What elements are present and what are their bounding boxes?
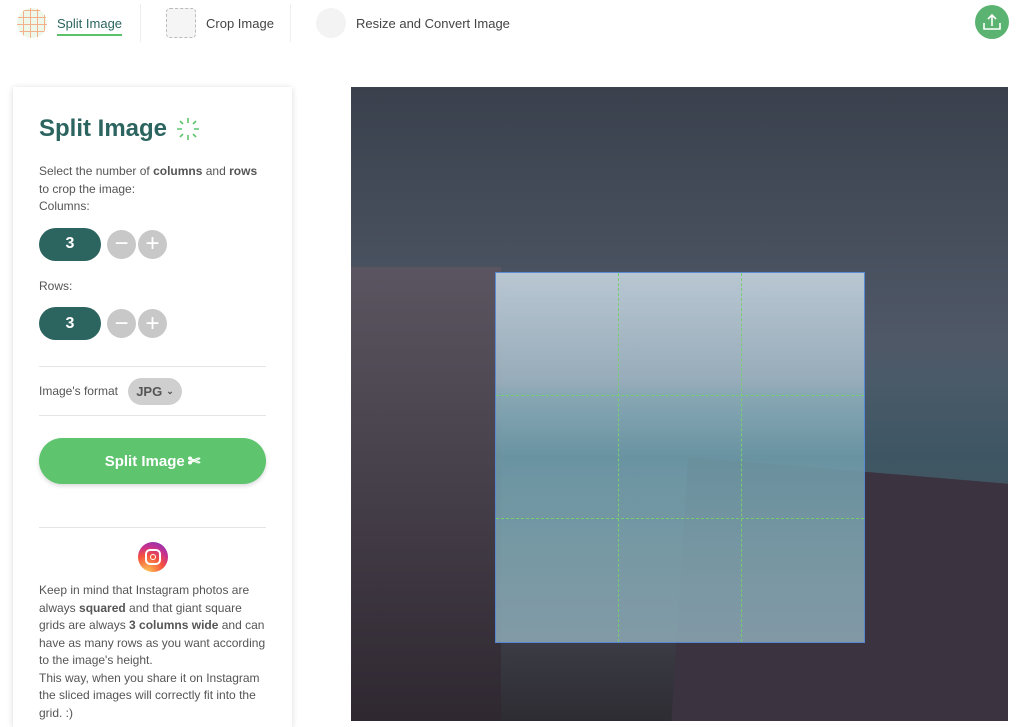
columns-decrement-button[interactable]: − bbox=[107, 229, 136, 259]
minus-icon: − bbox=[114, 230, 129, 257]
page-title: Split Image bbox=[39, 115, 168, 142]
chevron-down-icon: ⌄ bbox=[166, 385, 174, 396]
tab-split-image[interactable]: Split Image bbox=[17, 4, 123, 42]
tab-resize-convert[interactable]: Resize and Convert Image bbox=[316, 4, 510, 42]
pier bbox=[351, 267, 501, 721]
split-image-button[interactable]: Split Image ✄ bbox=[39, 438, 266, 484]
rows-decrement-button[interactable]: − bbox=[107, 309, 136, 338]
grid-split-icon bbox=[17, 8, 47, 38]
instagram-icon bbox=[137, 542, 168, 572]
rows-label: Rows: bbox=[39, 278, 73, 293]
instagram-note: Keep in mind that Instagram photos are a… bbox=[39, 583, 266, 720]
crop-selection[interactable] bbox=[495, 272, 865, 643]
upload-button[interactable] bbox=[975, 5, 1009, 39]
scissors-icon: ✄ bbox=[187, 453, 201, 470]
plus-icon: + bbox=[145, 230, 160, 257]
divider bbox=[290, 4, 291, 42]
divider bbox=[39, 527, 266, 528]
sparkle-icon bbox=[177, 118, 200, 140]
resize-icon bbox=[316, 8, 346, 38]
format-select[interactable]: JPG ⌄ bbox=[127, 377, 182, 405]
rows-value[interactable]: 3 bbox=[39, 307, 101, 340]
tab-crop-image[interactable]: Crop Image bbox=[166, 4, 274, 42]
crop-icon bbox=[166, 8, 196, 38]
plus-icon: + bbox=[145, 309, 160, 337]
rows-stepper: 3 − + bbox=[39, 307, 266, 340]
columns-value[interactable]: 3 bbox=[39, 227, 101, 261]
top-nav: Split Image Crop Image Resize and Conver… bbox=[0, 0, 1024, 45]
grid-line bbox=[741, 273, 742, 642]
image-preview bbox=[351, 87, 1008, 721]
format-label: Image's format bbox=[39, 384, 118, 398]
rows-increment-button[interactable]: + bbox=[138, 309, 167, 338]
divider bbox=[39, 415, 266, 416]
grid-line bbox=[496, 518, 864, 519]
upload-cloud-icon bbox=[983, 13, 1001, 30]
split-panel: Split Image Select the number of columns… bbox=[13, 87, 292, 727]
intro-text: Select the number of columns and rows to… bbox=[39, 164, 258, 196]
grid-line bbox=[496, 395, 864, 396]
columns-stepper: 3 − + bbox=[39, 227, 266, 261]
divider bbox=[140, 4, 141, 42]
columns-label: Columns: bbox=[39, 199, 90, 213]
grid-line bbox=[618, 273, 619, 642]
columns-increment-button[interactable]: + bbox=[138, 229, 167, 259]
minus-icon: − bbox=[114, 309, 129, 337]
